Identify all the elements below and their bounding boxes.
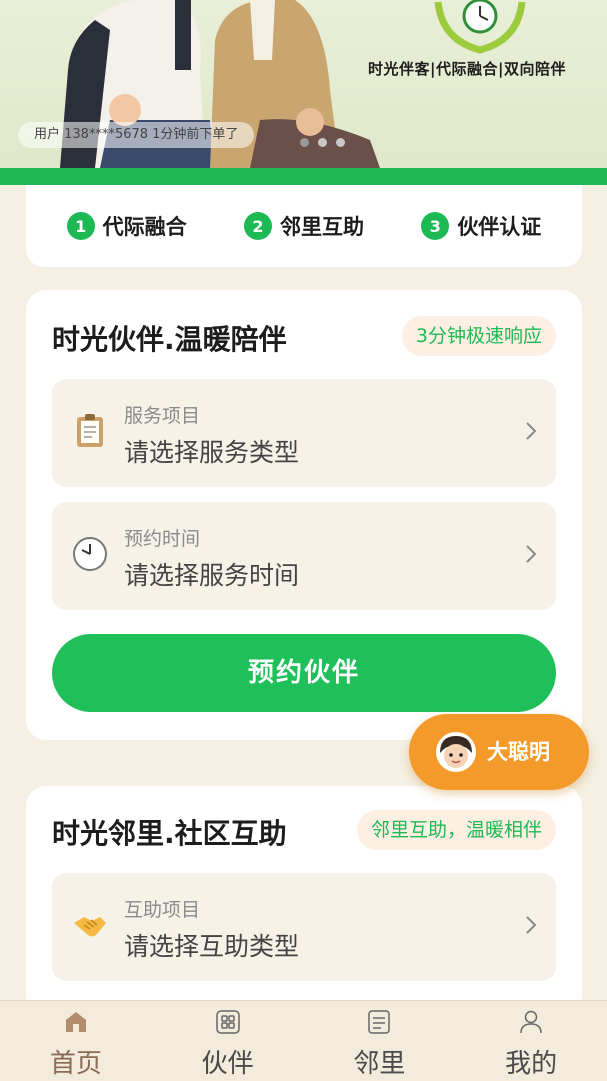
clock-logo-icon — [434, 0, 526, 54]
carousel-dot[interactable] — [336, 138, 345, 147]
step-label: 代际融合 — [102, 215, 187, 239]
field-value: 请选择服务时间 — [124, 561, 300, 590]
step-number: 2 — [243, 212, 272, 240]
response-badge: 3分钟极速响应 — [401, 316, 556, 356]
assistant-button[interactable]: 大聪明 — [409, 714, 589, 790]
user-icon — [520, 1010, 542, 1034]
step-number: 3 — [421, 212, 450, 240]
grid-icon — [215, 1010, 240, 1034]
service-type-field[interactable]: 服务项目 请选择服务类型 — [52, 379, 556, 487]
step-label: 邻里互助 — [279, 215, 364, 239]
chevron-right-icon — [526, 916, 537, 934]
bottom-tab-bar: 首页 伙伴 邻里 我的 — [0, 1000, 607, 1081]
service-time-field[interactable]: 预约时间 请选择服务时间 — [52, 502, 556, 610]
field-value: 请选择服务类型 — [124, 438, 300, 467]
book-partner-button[interactable]: 预约伙伴 — [52, 634, 556, 712]
step-item: 1 代际融合 — [66, 211, 187, 241]
tab-label: 伙伴 — [201, 1049, 254, 1079]
step-item: 2 邻里互助 — [243, 211, 364, 241]
partner-booking-card: 时光伙伴.温暖陪伴 3分钟极速响应 服务项目 请选择服务类型 预约时间 请选择服… — [26, 290, 582, 740]
field-value: 请选择互助类型 — [124, 932, 300, 961]
tab-label: 首页 — [49, 1049, 102, 1079]
steps-card: 1 代际融合 2 邻里互助 3 伙伴认证 — [26, 185, 582, 267]
carousel-dot[interactable] — [318, 138, 327, 147]
clipboard-icon — [77, 414, 103, 447]
order-ticker: 用户 138****5678 1分钟前下单了 — [18, 122, 255, 148]
step-number: 1 — [66, 212, 95, 240]
handshake-icon — [74, 917, 106, 937]
carousel-dots — [300, 138, 345, 147]
tab-partner[interactable]: 伙伴 — [152, 1001, 304, 1081]
tab-neighbor[interactable]: 邻里 — [304, 1001, 456, 1081]
document-icon — [368, 1010, 391, 1034]
card-title: 时光邻里.社区互助 — [52, 817, 287, 850]
field-label: 服务项目 — [124, 405, 201, 427]
field-label: 预约时间 — [124, 528, 201, 550]
card-title: 时光伙伴.温暖陪伴 — [52, 323, 287, 356]
tab-label: 我的 — [505, 1049, 558, 1079]
carousel-dot[interactable] — [300, 138, 309, 147]
tab-mine[interactable]: 我的 — [455, 1001, 607, 1081]
green-divider — [0, 168, 607, 185]
field-label: 互助项目 — [124, 899, 201, 921]
neighbor-badge: 邻里互助，温暖相伴 — [356, 810, 556, 850]
neighbor-help-card: 时光邻里.社区互助 邻里互助，温暖相伴 互助项目 请选择互助类型 — [26, 786, 582, 1016]
brand-slogan: 时光伴客|代际融合|双向陪伴 — [368, 60, 566, 78]
step-label: 伙伴认证 — [457, 215, 542, 239]
assistant-avatar — [436, 732, 476, 772]
step-item: 3 伙伴认证 — [421, 211, 541, 241]
chevron-right-icon — [526, 422, 537, 440]
tab-label: 邻里 — [353, 1049, 406, 1079]
help-type-field[interactable]: 互助项目 请选择互助类型 — [52, 873, 556, 981]
clock-icon — [73, 537, 107, 571]
assistant-label: 大聪明 — [487, 740, 550, 764]
home-icon — [65, 1012, 86, 1032]
tab-home[interactable]: 首页 — [0, 1001, 152, 1081]
hero-banner[interactable]: 时光伴客|代际融合|双向陪伴 用户 138****5678 1分钟前下单了 — [0, 0, 607, 168]
chevron-right-icon — [526, 545, 537, 563]
